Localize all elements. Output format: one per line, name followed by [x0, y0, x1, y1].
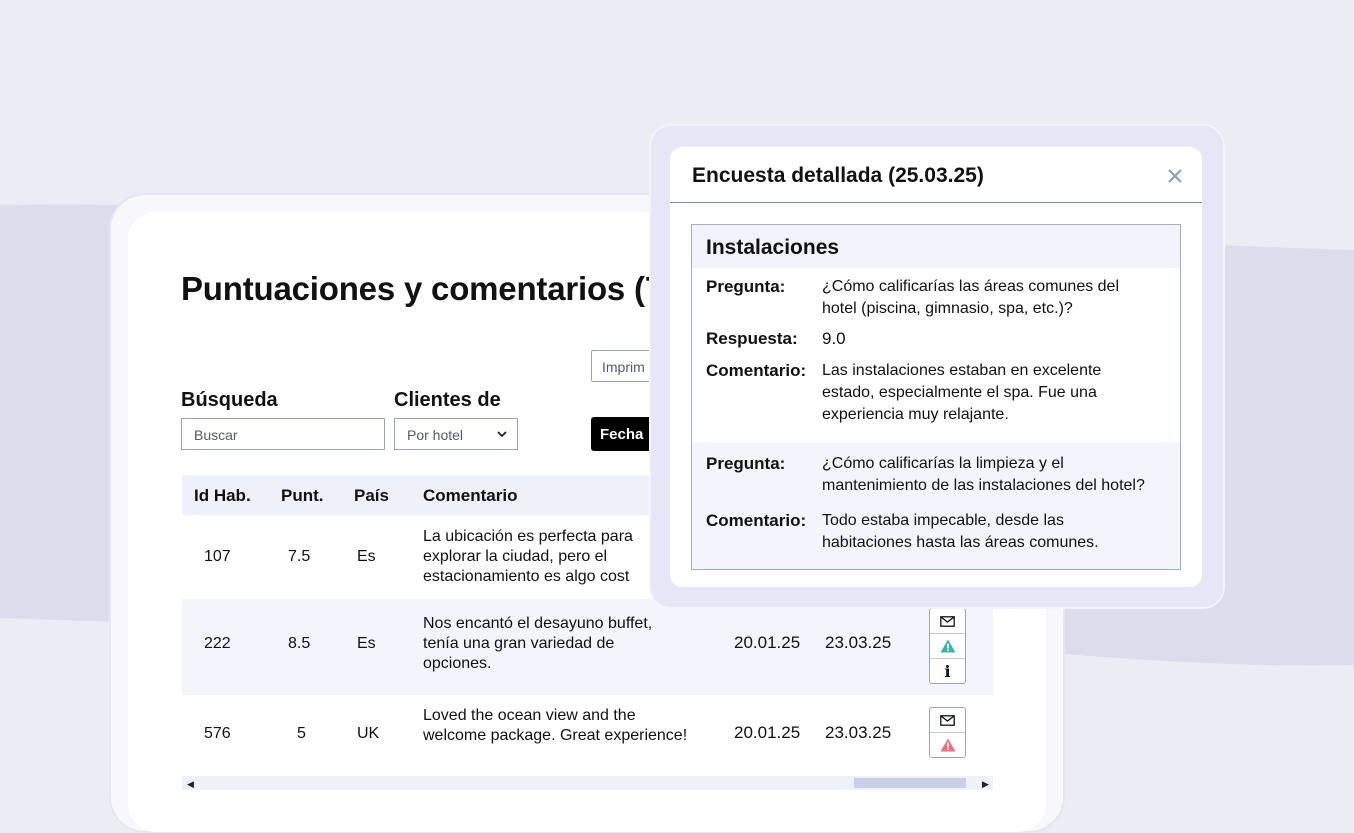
- qa-item: Pregunta: ¿Cómo calificarías la limpieza…: [692, 442, 1180, 569]
- survey-section-panel: Instalaciones Pregunta: ¿Cómo calificarí…: [691, 224, 1181, 570]
- question-text: ¿Cómo calificarías la limpieza y el mant…: [822, 455, 1145, 494]
- horizontal-scrollbar[interactable]: ◀ ▶: [182, 776, 993, 790]
- mail-icon[interactable]: [930, 609, 965, 634]
- header-country[interactable]: País: [354, 486, 389, 506]
- modal-divider: [670, 202, 1202, 203]
- header-comment[interactable]: Comentario: [423, 486, 517, 506]
- score: 5: [297, 725, 306, 742]
- answer-text: 9.0: [822, 329, 846, 348]
- warning-red-icon[interactable]: [930, 733, 965, 757]
- scroll-left-arrow-icon[interactable]: ◀: [187, 779, 194, 790]
- room-id: 107: [204, 548, 231, 565]
- question-label: Pregunta:: [706, 277, 786, 296]
- search-input[interactable]: Buscar: [181, 418, 385, 450]
- country: UK: [357, 725, 380, 742]
- info-icon[interactable]: i: [930, 659, 965, 683]
- comment-text: Todo estaba impecable, desde las habitac…: [822, 512, 1099, 551]
- score: 7.5: [288, 548, 311, 565]
- question-label: Pregunta:: [706, 454, 786, 473]
- score: 8.5: [288, 635, 311, 652]
- row-actions: [929, 707, 966, 758]
- section-title: Instalaciones: [706, 236, 840, 259]
- comment-label: Comentario:: [706, 361, 807, 380]
- country: Es: [357, 635, 376, 652]
- comment-text: Loved the ocean view and the welcome pac…: [423, 707, 688, 744]
- chevron-down-icon: [497, 431, 507, 438]
- table-row[interactable]: 222 8.5 Es Nos encantó el desayuno buffe…: [182, 599, 993, 695]
- comment-text: La ubicación es perfecta para explorar l…: [423, 528, 633, 585]
- row-actions: i: [929, 608, 966, 684]
- table-row[interactable]: 576 5 UK Loved the ocean view and the we…: [182, 695, 993, 775]
- survey-modal: Encuesta detallada (25.03.25) Instalacio…: [670, 147, 1202, 587]
- date-start: 20.01.25: [734, 723, 801, 742]
- date-start: 20.01.25: [734, 633, 801, 652]
- country: Es: [357, 548, 376, 565]
- search-label: Búsqueda: [181, 389, 278, 411]
- comment-text: Nos encantó el desayuno buffet, tenía un…: [423, 615, 653, 672]
- mail-icon[interactable]: [930, 708, 965, 733]
- answer-label: Respuesta:: [706, 329, 798, 348]
- room-id: 576: [204, 725, 231, 742]
- section-header: Instalaciones: [692, 225, 1180, 268]
- close-icon[interactable]: [1167, 168, 1183, 184]
- clients-select[interactable]: Por hotel: [394, 418, 518, 450]
- header-score[interactable]: Punt.: [281, 486, 324, 506]
- scroll-right-arrow-icon[interactable]: ▶: [982, 779, 989, 790]
- comment-text: Las instalaciones estaban en excelente e…: [822, 362, 1102, 423]
- qa-item: Pregunta: ¿Cómo calificarías las áreas c…: [692, 268, 1180, 442]
- date-end: 23.03.25: [825, 633, 892, 652]
- clients-label: Clientes de: [394, 389, 501, 411]
- clients-select-value: Por hotel: [407, 427, 464, 443]
- question-text: ¿Cómo calificarías las áreas comunes del…: [822, 278, 1120, 317]
- modal-title: Encuesta detallada (25.03.25): [692, 164, 984, 187]
- room-id: 222: [204, 635, 231, 652]
- date-end: 23.03.25: [825, 723, 892, 742]
- comment-label: Comentario:: [706, 511, 807, 530]
- page-title: Puntuaciones y comentarios (7.5: [181, 270, 691, 307]
- scrollbar-thumb[interactable]: [854, 778, 966, 788]
- header-room-id[interactable]: Id Hab.: [194, 486, 251, 506]
- warning-teal-icon[interactable]: [930, 634, 965, 659]
